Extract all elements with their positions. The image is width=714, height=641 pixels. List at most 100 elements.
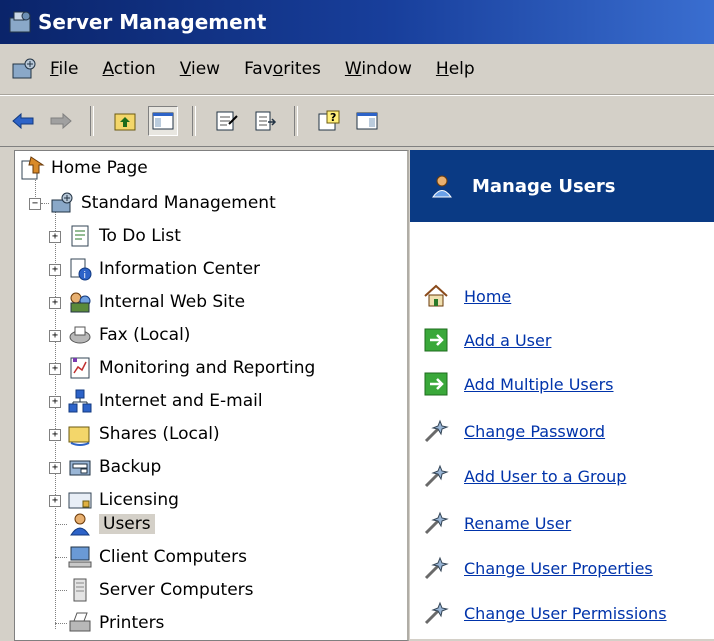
server-computers-icon <box>73 578 87 602</box>
expand-toggle[interactable]: + <box>49 330 61 342</box>
tree-item-client-computers[interactable]: Client Computers <box>67 542 247 572</box>
printers-icon <box>69 612 91 632</box>
back-arrow-icon <box>12 112 34 130</box>
properties-button[interactable] <box>212 106 242 136</box>
tree-item-internal-web-site[interactable]: Internal Web Site <box>67 287 245 317</box>
show-hide-tree-button[interactable] <box>148 106 178 136</box>
home-icon <box>424 284 448 307</box>
tree-connector <box>41 203 49 204</box>
tree-item-internet-and-email[interactable]: Internet and E-mail <box>67 386 263 416</box>
task-link[interactable]: Change Password <box>464 422 605 441</box>
tree-item-label: Monitoring and Reporting <box>99 358 316 378</box>
expand-toggle[interactable]: + <box>49 363 61 375</box>
forward-button[interactable] <box>46 106 76 136</box>
expand-toggle[interactable]: + <box>49 297 61 309</box>
task-link[interactable]: Change User Permissions <box>464 604 667 623</box>
expand-toggle[interactable]: + <box>49 264 61 276</box>
task-link[interactable]: Home <box>464 287 511 306</box>
expand-toggle[interactable]: + <box>49 495 61 507</box>
tree-item-server-computers[interactable]: Server Computers <box>67 575 254 605</box>
tree-item-monitoring-and-reporting[interactable]: Monitoring and Reporting <box>67 353 315 383</box>
show-hide-action-pane-icon <box>356 112 378 130</box>
tree-item-label: Internal Web Site <box>99 292 246 312</box>
toolbar: ? <box>0 95 714 147</box>
export-list-button[interactable] <box>250 106 280 136</box>
tree-connector <box>55 590 67 591</box>
tree-item-information-center[interactable]: i Information Center <box>67 254 260 284</box>
toolbar-separator <box>90 106 94 136</box>
tree-item-label: Standard Management <box>81 193 276 213</box>
console-icon[interactable] <box>10 55 38 83</box>
task-add-a-user[interactable]: Add a User <box>422 324 551 356</box>
tree-item-printers[interactable]: Printers <box>67 608 164 638</box>
menu-help[interactable]: Help <box>436 59 475 79</box>
tree-item-label: Fax (Local) <box>99 325 191 345</box>
collapse-toggle[interactable]: − <box>29 198 41 210</box>
export-list-icon <box>255 111 277 131</box>
up-one-level-button[interactable] <box>110 106 140 136</box>
tree-item-label: Server Computers <box>99 580 254 600</box>
menu-window[interactable]: Window <box>345 59 412 79</box>
window-title: Server Management <box>38 10 267 34</box>
task-change-user-properties[interactable]: Change User Properties <box>422 552 653 584</box>
tree-item-backup[interactable]: Backup <box>67 452 161 482</box>
expand-toggle[interactable]: + <box>49 231 61 243</box>
tree-item-label: Licensing <box>99 490 179 510</box>
manage-users-icon <box>432 175 452 198</box>
tree-connector <box>55 557 67 558</box>
server-management-icon <box>9 11 31 33</box>
task-rename-user[interactable]: Rename User <box>422 507 571 539</box>
console-tree[interactable]: Home Page − Standard Management + To Do … <box>14 150 409 641</box>
title-bar: Server Management <box>0 0 714 44</box>
tree-item-shares-local[interactable]: Shares (Local) <box>67 419 220 449</box>
tree-item-to-do-list[interactable]: To Do List <box>67 221 181 251</box>
standard-management-icon <box>51 192 73 213</box>
tree-item-fax-local[interactable]: Fax (Local) <box>67 320 190 350</box>
svg-text:?: ? <box>330 111 336 124</box>
fax-icon <box>69 326 91 344</box>
task-add-user-to-a-group[interactable]: Add User to a Group <box>422 460 626 492</box>
menu-favorites[interactable]: Favorites <box>244 59 321 79</box>
tree-connector <box>55 623 67 624</box>
menu-file[interactable]: File <box>50 59 78 79</box>
task-link[interactable]: Add User to a Group <box>464 467 626 486</box>
tree-item-home-page[interactable]: Home Page <box>19 153 148 183</box>
tree-item-standard-management[interactable]: Standard Management <box>49 188 276 218</box>
task-pane-title: Manage Users <box>472 175 616 197</box>
expand-toggle[interactable]: + <box>49 462 61 474</box>
task-link[interactable]: Add a User <box>464 331 551 350</box>
task-link[interactable]: Rename User <box>464 514 571 533</box>
task-add-multiple-users[interactable]: Add Multiple Users <box>422 368 614 400</box>
wizard-icon <box>424 556 449 580</box>
show-hide-action-pane-button[interactable] <box>352 106 382 136</box>
toolbar-separator <box>294 106 298 136</box>
task-pane: Manage Users Home Add a User Add Multipl… <box>410 150 714 639</box>
back-button[interactable] <box>8 106 38 136</box>
task-pane-header: Manage Users <box>410 150 714 222</box>
tree-item-label: Shares (Local) <box>99 424 220 444</box>
tree-item-label: Home Page <box>51 158 148 178</box>
expand-toggle[interactable]: + <box>49 396 61 408</box>
task-change-password[interactable]: Change Password <box>422 415 605 447</box>
information-center-icon: i <box>70 258 92 281</box>
tree-item-label: Client Computers <box>99 547 247 567</box>
task-link[interactable]: Change User Properties <box>464 559 653 578</box>
task-home[interactable]: Home <box>422 280 511 312</box>
wizard-icon <box>424 419 449 443</box>
tree-item-users[interactable]: Users <box>67 509 155 539</box>
monitoring-icon <box>70 357 90 379</box>
help-button[interactable]: ? <box>314 106 344 136</box>
expand-toggle[interactable]: + <box>49 429 61 441</box>
up-folder-icon <box>114 113 136 131</box>
todo-list-icon <box>71 225 89 247</box>
menu-action[interactable]: Action <box>102 59 155 79</box>
tree-item-label: Internet and E-mail <box>99 391 263 411</box>
tree-item-label: Users <box>99 514 155 534</box>
menu-view[interactable]: View <box>180 59 220 79</box>
task-change-user-permissions[interactable]: Change User Permissions <box>422 597 667 629</box>
task-link[interactable]: Add Multiple Users <box>464 375 614 394</box>
tree-connector <box>55 524 67 525</box>
shares-icon <box>68 426 90 446</box>
tree-item-label: To Do List <box>99 226 181 246</box>
svg-text:i: i <box>84 271 87 281</box>
